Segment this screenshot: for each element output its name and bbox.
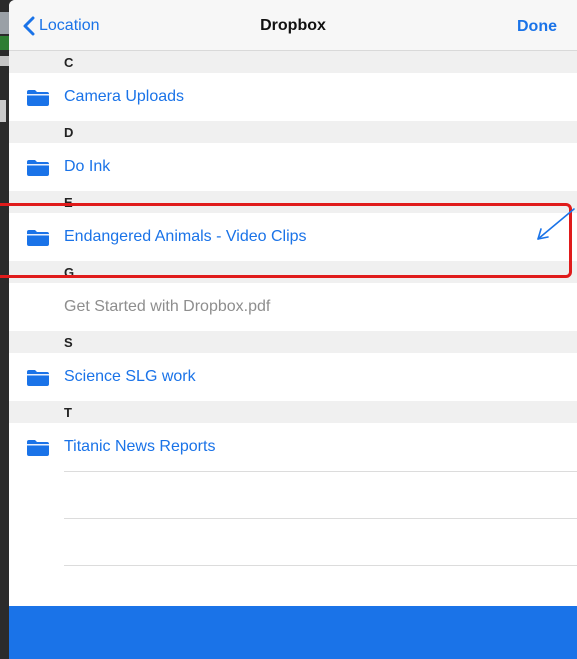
folder-name: Titanic News Reports: [64, 438, 216, 455]
folder-icon: [27, 160, 49, 176]
list-item[interactable]: Science SLG work: [9, 353, 577, 401]
page-title: Dropbox: [260, 17, 326, 34]
list-item[interactable]: Get Started with Dropbox.pdf: [9, 283, 577, 331]
section-header-c: C: [9, 51, 577, 73]
file-list: C Camera Uploads D Do Ink E Endangered A…: [9, 51, 577, 613]
folder-name: Camera Uploads: [64, 88, 185, 105]
folder-icon: [27, 90, 49, 106]
folder-icon: [27, 370, 49, 386]
background-element: [0, 100, 6, 122]
bottom-bar: [9, 606, 577, 659]
section-header-t: T: [9, 401, 577, 423]
done-button[interactable]: Done: [517, 18, 557, 36]
section-header-s: S: [9, 331, 577, 353]
annotation-highlight-box: [0, 203, 572, 278]
file-name: Get Started with Dropbox.pdf: [64, 298, 271, 315]
section-header-d: D: [9, 121, 577, 143]
list-item[interactable]: Do Ink: [9, 143, 577, 191]
folder-name: Do Ink: [64, 158, 111, 175]
section-letter: C: [64, 55, 74, 70]
section-letter: T: [64, 405, 72, 420]
empty-list-row: [64, 519, 577, 566]
empty-list-row: [64, 471, 577, 519]
arrow-icon: [537, 208, 575, 240]
navigation-bar: Location Dropbox Done: [9, 0, 577, 51]
section-letter: S: [64, 335, 73, 350]
folder-icon: [27, 440, 49, 456]
list-item[interactable]: Titanic News Reports: [9, 423, 577, 471]
folder-name: Science SLG work: [64, 368, 196, 385]
list-item[interactable]: Camera Uploads: [9, 73, 577, 121]
section-letter: D: [64, 125, 74, 140]
dropbox-location-sheet: Location Dropbox Done C Camera Uploads D…: [9, 0, 577, 659]
